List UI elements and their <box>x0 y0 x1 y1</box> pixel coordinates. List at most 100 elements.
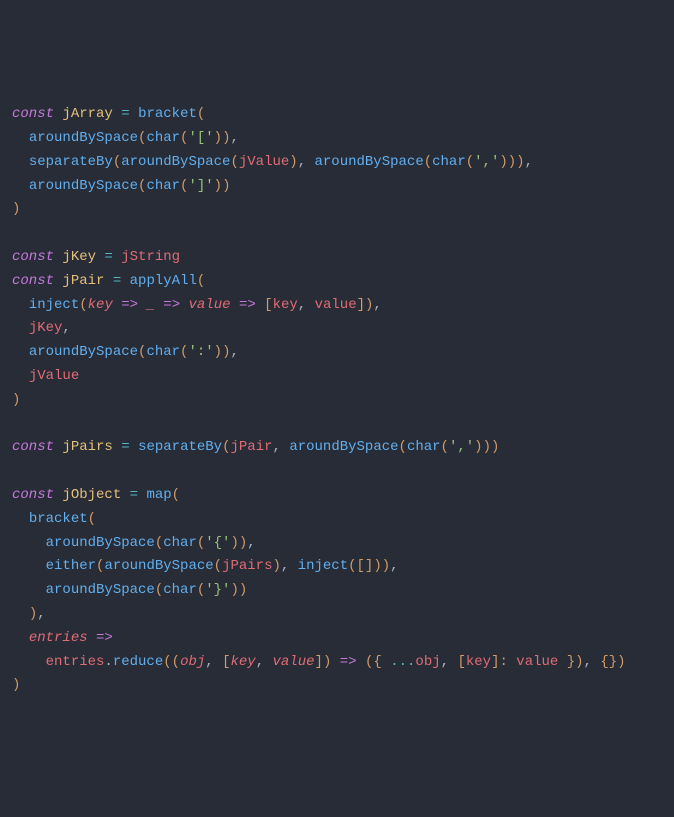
token-str: ',' <box>449 439 474 455</box>
code-line: jKey, <box>12 317 662 341</box>
token-deco: ( <box>230 154 238 170</box>
token-param: obj <box>180 654 205 670</box>
token-op: = <box>121 106 129 122</box>
token-arrow: => <box>121 297 138 313</box>
token-fn: aroundBySpace <box>104 558 213 574</box>
token-punct <box>113 439 121 455</box>
token-fn: char <box>163 582 197 598</box>
token-deco: ]) <box>357 297 374 313</box>
token-fn: either <box>46 558 96 574</box>
token-fn: aroundBySpace <box>315 154 424 170</box>
code-line: const jPairs = separateBy(jPair, aroundB… <box>12 436 662 460</box>
token-punct <box>12 630 29 646</box>
token-ident: value <box>516 654 558 670</box>
token-kw: const <box>12 249 62 265</box>
token-punct <box>331 654 339 670</box>
token-fn: separateBy <box>138 439 222 455</box>
token-fn: aroundBySpace <box>121 154 230 170</box>
code-line: aroundBySpace(char('{')), <box>12 532 662 556</box>
token-punct <box>12 558 46 574</box>
token-punct: , <box>525 154 533 170</box>
token-deco: ( <box>197 106 205 122</box>
token-op: = <box>113 273 121 289</box>
token-deco: ) <box>12 201 20 217</box>
token-str: ':' <box>188 344 213 360</box>
token-ident: jKey <box>29 320 63 336</box>
token-deco: ( <box>214 558 222 574</box>
token-fn: bracket <box>29 511 88 527</box>
token-punct <box>121 273 129 289</box>
code-line: aroundBySpace(char(':')), <box>12 341 662 365</box>
token-fn: inject <box>29 297 79 313</box>
token-punct <box>104 273 112 289</box>
token-punct <box>12 154 29 170</box>
token-punct: , <box>230 344 238 360</box>
token-deco: )) <box>230 535 247 551</box>
token-kw: const <box>12 106 62 122</box>
token-punct <box>12 368 29 384</box>
token-param: value <box>273 654 315 670</box>
token-deco: ))) <box>474 439 499 455</box>
token-punct <box>113 106 121 122</box>
token-deco: ( <box>348 558 356 574</box>
token-punct <box>231 297 239 313</box>
token-param: entries <box>29 630 88 646</box>
token-deco: )) <box>214 344 231 360</box>
token-deco: [])) <box>357 558 391 574</box>
token-arrow: => <box>163 297 180 313</box>
code-block: const jArray = bracket( aroundBySpace(ch… <box>12 103 662 698</box>
token-deco: ( <box>197 273 205 289</box>
token-deco: [ <box>222 654 230 670</box>
token-deco: ({ <box>365 654 390 670</box>
token-punct <box>12 130 29 146</box>
token-punct: , <box>441 654 458 670</box>
token-ident: jValue <box>239 154 289 170</box>
token-ident: obj <box>415 654 440 670</box>
token-punct <box>113 297 121 313</box>
token-fn: aroundBySpace <box>29 344 138 360</box>
token-fn: aroundBySpace <box>29 130 138 146</box>
token-ident: jString <box>121 249 180 265</box>
token-deco: ) <box>12 677 20 693</box>
token-punct: , <box>273 439 290 455</box>
token-deco: ]: <box>491 654 508 670</box>
token-deco: [ <box>264 297 272 313</box>
token-kw: const <box>12 273 62 289</box>
token-deco: ]) <box>315 654 332 670</box>
code-line: ) <box>12 389 662 413</box>
token-deco: }) <box>558 654 583 670</box>
token-param: value <box>189 297 231 313</box>
token-punct: , <box>37 606 45 622</box>
token-ident: jPair <box>230 439 272 455</box>
token-punct <box>113 249 121 265</box>
token-deco: ) <box>272 558 280 574</box>
token-str: ']' <box>188 178 213 194</box>
code-line: aroundBySpace(char('}')) <box>12 579 662 603</box>
token-param: key <box>88 297 113 313</box>
token-deco: )) <box>214 130 231 146</box>
token-punct <box>121 487 129 503</box>
token-str: '}' <box>205 582 230 598</box>
token-fn: map <box>146 487 171 503</box>
token-const-name: jArray <box>62 106 112 122</box>
token-const-name: jPair <box>62 273 104 289</box>
token-ident: jValue <box>29 368 79 384</box>
token-arrow: => <box>340 654 357 670</box>
token-deco: ( <box>155 535 163 551</box>
token-fn: char <box>407 439 441 455</box>
token-deco: ( <box>113 154 121 170</box>
token-fn: inject <box>298 558 348 574</box>
token-punct <box>508 654 516 670</box>
token-punct: , <box>230 130 238 146</box>
token-punct: , <box>390 558 398 574</box>
code-line: ) <box>12 674 662 698</box>
token-const-name: jPairs <box>62 439 112 455</box>
token-const-name: jKey <box>62 249 96 265</box>
token-punct <box>12 511 29 527</box>
token-punct: , <box>247 535 255 551</box>
code-line <box>12 413 662 437</box>
token-fn: applyAll <box>130 273 197 289</box>
token-punct <box>12 344 29 360</box>
token-const-name: jObject <box>62 487 121 503</box>
token-punct <box>130 439 138 455</box>
